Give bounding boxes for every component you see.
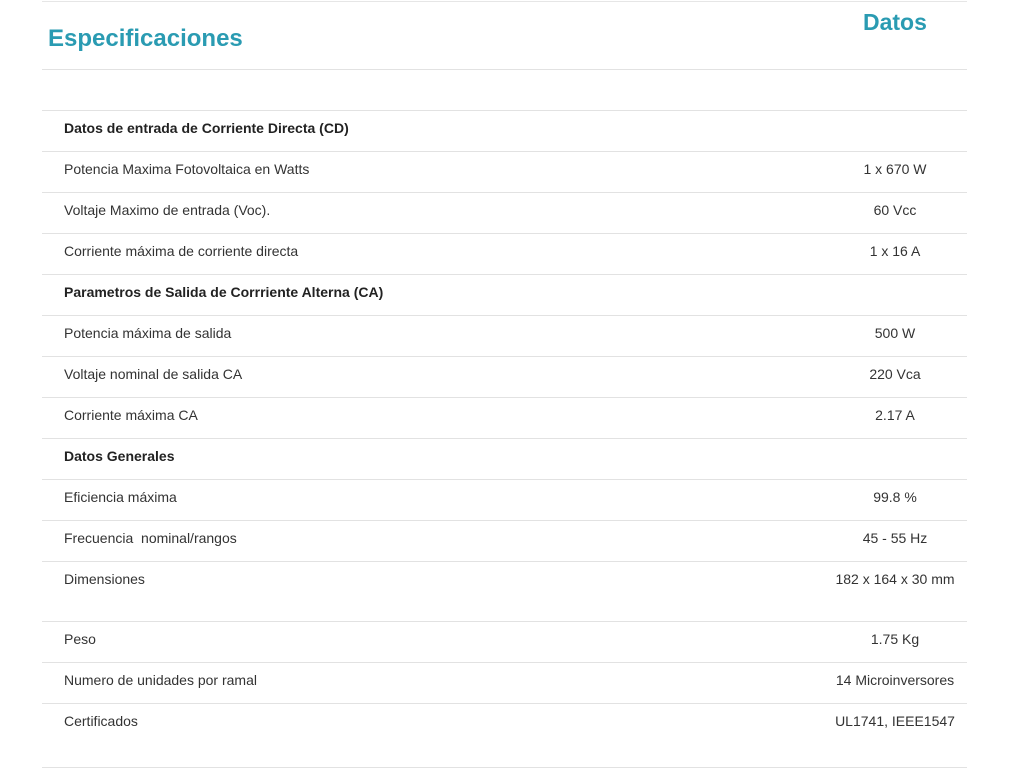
row-label: Corriente máxima de corriente directa	[64, 243, 299, 259]
row-value: UL1741, IEEE1547	[835, 713, 955, 729]
table-row: Dimensiones 182 x 164 x 30 mm	[42, 562, 967, 622]
row-value: 1 x 670 W	[863, 161, 927, 177]
row-label: Peso	[64, 631, 96, 647]
table-row: Potencia Maxima Fotovoltaica en Watts 1 …	[42, 152, 967, 193]
row-label: Datos Generales	[64, 448, 175, 464]
section-header-general: Datos Generales	[42, 439, 967, 480]
row-value: 14 Microinversores	[835, 672, 955, 688]
row-label: Potencia máxima de salida	[64, 325, 232, 341]
row-label: Eficiencia máxima	[64, 489, 177, 505]
table-row: Corriente máxima CA 2.17 A	[42, 398, 967, 439]
table-row: Numero de unidades por ramal 14 Microinv…	[42, 663, 967, 704]
row-value: 1.75 Kg	[870, 631, 920, 647]
table-row: Certificados UL1741, IEEE1547	[42, 704, 967, 744]
row-label: Numero de unidades por ramal	[64, 672, 257, 688]
row-value: 99.8 %	[873, 489, 917, 505]
table-row: Voltaje nominal de salida CA 220 Vca	[42, 357, 967, 398]
table-row: Peso 1.75 Kg	[42, 622, 967, 663]
specifications-header: Especificaciones Datos	[42, 0, 967, 70]
row-value: 182 x 164 x 30 mm	[835, 571, 955, 587]
row-label: Corriente máxima CA	[64, 407, 198, 423]
table-row: Potencia máxima de salida 500 W	[42, 316, 967, 357]
row-label: Voltaje nominal de salida CA	[64, 366, 243, 382]
row-value: 220 Vca	[869, 366, 921, 382]
row-value: 1 x 16 A	[869, 243, 921, 259]
table-row: Frecuencia nominal/rangos 45 - 55 Hz	[42, 521, 967, 562]
row-label: Parametros de Salida de Corrriente Alter…	[64, 284, 384, 300]
row-label: Frecuencia nominal/rangos	[64, 530, 237, 546]
bottom-divider	[42, 767, 967, 768]
row-label: Dimensiones	[64, 571, 145, 587]
row-label: Certificados	[64, 713, 138, 729]
row-label: Potencia Maxima Fotovoltaica en Watts	[64, 161, 310, 177]
row-label: Voltaje Maximo de entrada (Voc).	[64, 202, 271, 218]
column-title: Datos	[863, 9, 927, 35]
row-value: 60 Vcc	[873, 202, 917, 218]
table-row: Voltaje Maximo de entrada (Voc). 60 Vcc	[42, 193, 967, 234]
specifications-table: Datos de entrada de Corriente Directa (C…	[42, 110, 967, 744]
table-row: Corriente máxima de corriente directa 1 …	[42, 234, 967, 275]
row-value: 2.17 A	[875, 407, 915, 423]
table-row: Eficiencia máxima 99.8 %	[42, 480, 967, 521]
section-header-dc-input: Datos de entrada de Corriente Directa (C…	[42, 111, 967, 152]
row-value: 45 - 55 Hz	[862, 530, 928, 546]
row-value: 500 W	[874, 325, 916, 341]
page-title: Especificaciones	[48, 25, 243, 52]
section-header-ac-output: Parametros de Salida de Corrriente Alter…	[42, 275, 967, 316]
row-label: Datos de entrada de Corriente Directa (C…	[64, 120, 349, 136]
